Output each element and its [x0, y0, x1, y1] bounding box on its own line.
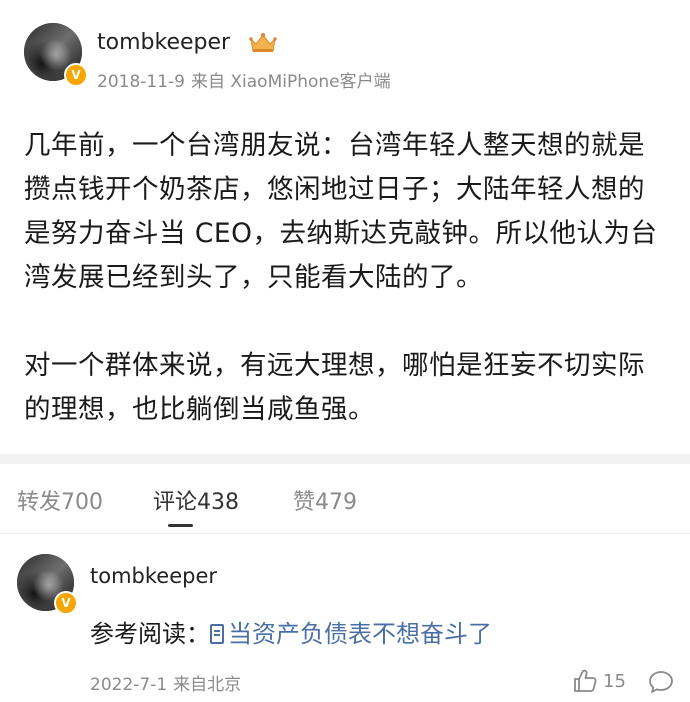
reply-bubble-icon[interactable] [648, 669, 674, 695]
comment-item: V tombkeeper 参考阅读： 当资产负债表不想奋斗了 2022-7-1 来自… [0, 534, 690, 702]
commenter-verified-badge-icon: V [54, 591, 78, 615]
comment-location: 来自北京 [173, 675, 242, 695]
post-source: 来自 XiaoMiPhone客户端 [190, 72, 391, 92]
thumbs-up-icon [574, 669, 597, 692]
commenter-username[interactable]: tombkeeper [90, 564, 217, 588]
tab-repost[interactable]: 转发700 [17, 484, 103, 516]
crown-icon [249, 33, 277, 52]
author-avatar[interactable]: V [24, 23, 88, 87]
article-link-text[interactable]: 当资产负债表不想奋斗了 [228, 620, 492, 648]
comment-like-count: 15 [603, 671, 626, 692]
comment-date: 2022-7-1 [90, 675, 168, 695]
tab-comments[interactable]: 评论438 [153, 484, 239, 516]
post-meta: 2018-11-9 来自 XiaoMiPhone客户端 [97, 67, 397, 92]
weibo-post: V tombkeeper 2018-11-9 来自 XiaoMiPhone客户端 … [0, 0, 690, 454]
post-paragraph-1: 几年前，一个台湾朋友说：台湾年轻人整天想的就是攒点钱开个奶茶店，悠闲地过日子；大… [24, 130, 658, 293]
post-body: 几年前，一个台湾朋友说：台湾年轻人整天想的就是攒点钱开个奶茶店，悠闲地过日子；大… [24, 124, 669, 432]
comment-meta: 2022-7-1 来自北京 [90, 670, 247, 695]
comment-text: 参考阅读： 当资产负债表不想奋斗了 [90, 614, 492, 649]
active-tab-indicator [168, 524, 193, 527]
comment-prefix: 参考阅读： [90, 620, 210, 648]
tab-likes[interactable]: 赞479 [293, 484, 357, 516]
article-link[interactable]: 当资产负债表不想奋斗了 [210, 620, 492, 648]
post-paragraph-2: 对一个群体来说，有远大理想，哪怕是狂妄不切实际的理想，也比躺倒当咸鱼强。 [24, 350, 645, 425]
document-icon [210, 624, 224, 644]
section-divider [0, 454, 690, 464]
interaction-tabs: 转发700 评论438 赞479 [0, 464, 690, 534]
commenter-avatar[interactable]: V [17, 554, 78, 615]
author-username[interactable]: tombkeeper [97, 30, 230, 55]
verified-badge-icon: V [64, 63, 88, 87]
post-date: 2018-11-9 [97, 72, 185, 92]
